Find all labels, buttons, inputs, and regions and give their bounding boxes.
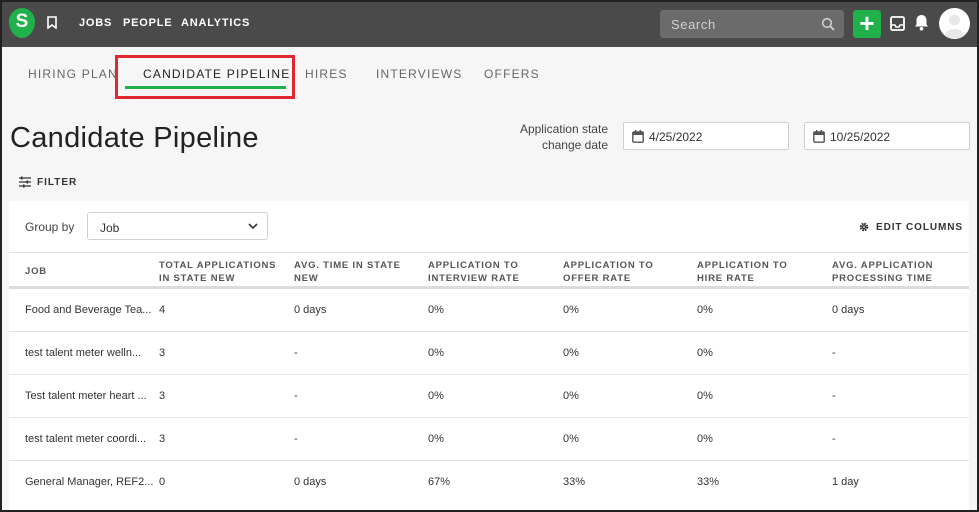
table-header: JOB TOTAL APPLICATIONS IN STATE NEW AVG.…	[9, 252, 969, 289]
cell: 0%	[697, 347, 713, 359]
search-input[interactable]: Search	[660, 10, 844, 38]
avatar[interactable]	[939, 8, 970, 39]
cell: -	[294, 347, 298, 359]
bookmark-icon[interactable]	[47, 16, 57, 29]
filter-icon[interactable]	[19, 176, 31, 188]
cell: 0%	[697, 304, 713, 316]
cell: -	[832, 347, 836, 359]
column-header-offer-rate[interactable]: APPLICATION TO OFFER RATE	[563, 259, 688, 285]
date-filter-label: Application state change date	[519, 122, 608, 152]
chevron-down-icon	[248, 223, 258, 230]
cell: 0%	[428, 390, 444, 402]
calendar-icon	[813, 130, 825, 143]
cell: 0%	[697, 390, 713, 402]
nav-jobs[interactable]: JOBS	[79, 17, 112, 29]
cell: 0%	[563, 347, 579, 359]
group-by-label: Group by	[25, 220, 75, 234]
cell: 0%	[563, 304, 579, 316]
table-row[interactable]: General Manager, REF2... 0 0 days 67% 33…	[9, 461, 969, 504]
table-row[interactable]: Test talent meter heart ... 3 - 0% 0% 0%…	[9, 375, 969, 418]
end-date-value: 10/25/2022	[830, 130, 891, 144]
cell: 3	[159, 347, 166, 359]
column-header-total-applications[interactable]: TOTAL APPLICATIONS IN STATE NEW	[159, 259, 284, 285]
cell: 33%	[697, 476, 720, 488]
cell: 0%	[697, 433, 713, 445]
cell: 0%	[428, 433, 444, 445]
end-date-field[interactable]: 10/25/2022	[804, 122, 970, 150]
cell: 0 days	[832, 304, 865, 316]
inbox-icon[interactable]	[890, 16, 905, 31]
cell: 0	[159, 476, 166, 488]
cell: 1 day	[832, 476, 859, 488]
filter-button[interactable]: FILTER	[37, 177, 77, 188]
cell: 67%	[428, 476, 451, 488]
nav-analytics[interactable]: ANALYTICS	[181, 17, 250, 29]
column-header-avg-time[interactable]: AVG. TIME IN STATE NEW	[294, 259, 412, 285]
pipeline-card: Group by Job EDIT COLUMNS JOB TOTAL APPL…	[9, 201, 969, 512]
highlight-box	[115, 55, 295, 99]
bell-icon[interactable]	[914, 14, 929, 31]
nav-people[interactable]: PEOPLE	[123, 17, 172, 29]
top-bar: S JOBS PEOPLE ANALYTICS Search +	[0, 0, 979, 47]
cell: 0%	[563, 390, 579, 402]
tab-offers[interactable]: OFFERS	[484, 67, 540, 81]
cell: 4	[159, 304, 166, 316]
page-title: Candidate Pipeline	[10, 122, 259, 154]
tab-hiring-plan[interactable]: HIRING PLAN	[28, 67, 118, 81]
cell: 0%	[428, 347, 444, 359]
group-by-select[interactable]: Job	[87, 212, 268, 240]
cell: 3	[159, 433, 166, 445]
calendar-icon	[632, 130, 644, 143]
cell: 0%	[428, 304, 444, 316]
edit-columns-button[interactable]: EDIT COLUMNS	[876, 222, 963, 233]
cell: -	[832, 433, 836, 445]
app-logo[interactable]: S	[9, 8, 35, 38]
cell: -	[294, 390, 298, 402]
column-header-hire-rate[interactable]: APPLICATION TO HIRE RATE	[697, 259, 815, 285]
gear-icon[interactable]	[859, 222, 869, 232]
cell: 0%	[563, 433, 579, 445]
group-by-value: Job	[100, 221, 120, 235]
tab-hires[interactable]: HIRES	[305, 67, 348, 81]
job-cell[interactable]: Food and Beverage Tea...	[25, 304, 151, 316]
search-placeholder: Search	[671, 17, 716, 32]
table-row[interactable]: test talent meter coordi... 3 - 0% 0% 0%…	[9, 418, 969, 461]
add-button[interactable]: +	[853, 10, 881, 38]
cell: 0 days	[294, 304, 327, 316]
job-cell[interactable]: Test talent meter heart ...	[25, 390, 147, 402]
start-date-value: 4/25/2022	[649, 130, 703, 144]
column-header-interview-rate[interactable]: APPLICATION TO INTERVIEW RATE	[428, 259, 536, 285]
cell: -	[294, 433, 298, 445]
column-header-job[interactable]: JOB	[25, 265, 150, 278]
cell: 3	[159, 390, 166, 402]
job-cell[interactable]: General Manager, REF2...	[25, 476, 153, 488]
job-cell[interactable]: test talent meter welln...	[25, 347, 141, 359]
table-row[interactable]: Food and Beverage Tea... 4 0 days 0% 0% …	[9, 289, 969, 332]
table-row[interactable]: test talent meter welln... 3 - 0% 0% 0% …	[9, 332, 969, 375]
job-cell[interactable]: test talent meter coordi...	[25, 433, 146, 445]
start-date-field[interactable]: 4/25/2022	[623, 122, 789, 150]
search-icon	[821, 17, 835, 31]
tab-interviews[interactable]: INTERVIEWS	[376, 67, 462, 81]
cell: 0 days	[294, 476, 327, 488]
cell: 33%	[563, 476, 586, 488]
cell: -	[832, 390, 836, 402]
column-header-processing-time[interactable]: AVG. APPLICATION PROCESSING TIME	[832, 259, 950, 285]
